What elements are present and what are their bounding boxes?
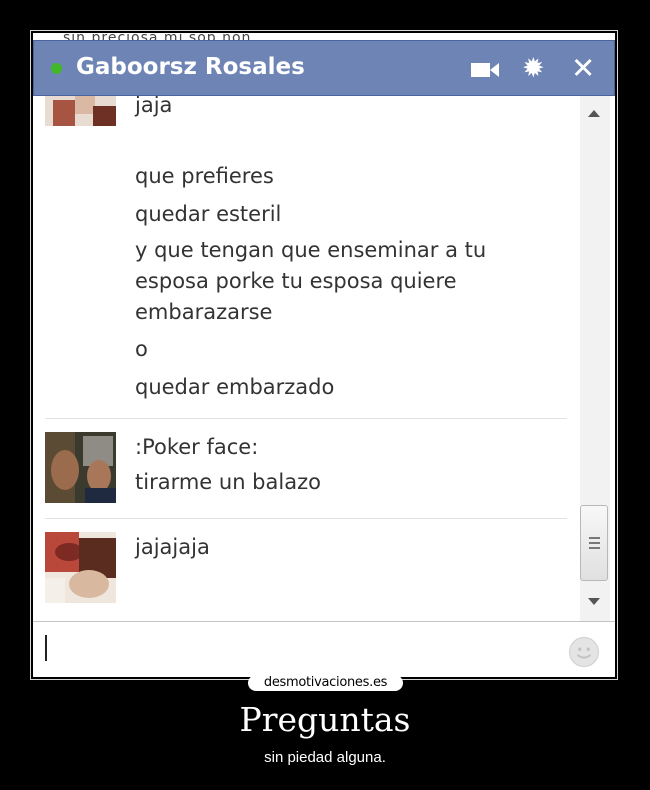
message-text: y que tengan que enseminar a tu (135, 238, 487, 262)
chat-window: sin preciosa mi sop non Gaboorsz Rosales… (33, 33, 615, 677)
online-status-icon (51, 63, 62, 74)
scroll-up-icon[interactable] (588, 110, 600, 117)
message-list[interactable]: jaja que prefieres quedar esteril y que … (33, 96, 579, 621)
message-input[interactable] (41, 630, 565, 670)
avatar (45, 432, 116, 503)
close-icon[interactable]: ✕ (571, 53, 595, 83)
message-text: esposa porke tu esposa quiere (135, 269, 457, 293)
scroll-thumb[interactable] (580, 505, 608, 581)
site-watermark: desmotivaciones.es (248, 675, 403, 691)
message-text: quedar esteril (135, 202, 282, 226)
message-text: :Poker face: (135, 435, 259, 459)
text-caret (45, 635, 47, 661)
poster-subtitle: sin piedad alguna. (264, 749, 386, 766)
chat-titlebar[interactable]: Gaboorsz Rosales ✹ ✕ (33, 40, 615, 96)
emoticon-icon[interactable] (569, 637, 599, 667)
grip-line (589, 537, 600, 539)
message-divider (45, 418, 567, 419)
message-text: embarazarse (135, 300, 273, 324)
poster-title: Preguntas (239, 700, 411, 739)
gear-icon[interactable]: ✹ (522, 55, 545, 83)
message-composer (33, 621, 615, 677)
message-text: quedar embarzado (135, 375, 335, 399)
message-text: que prefieres (135, 164, 274, 188)
grip-line (589, 547, 600, 549)
message-text: tirarme un balazo (135, 470, 321, 494)
avatar (45, 96, 116, 126)
avatar (45, 532, 116, 603)
message-scrollbar[interactable] (580, 96, 610, 621)
scroll-down-icon[interactable] (588, 598, 600, 605)
message-text: o (135, 337, 148, 361)
message-divider (45, 518, 567, 519)
message-text: jajajaja (135, 535, 210, 559)
video-call-icon[interactable] (470, 60, 500, 80)
message-text: jaja (135, 96, 173, 117)
grip-line (589, 542, 600, 544)
contact-name[interactable]: Gaboorsz Rosales (76, 54, 305, 80)
